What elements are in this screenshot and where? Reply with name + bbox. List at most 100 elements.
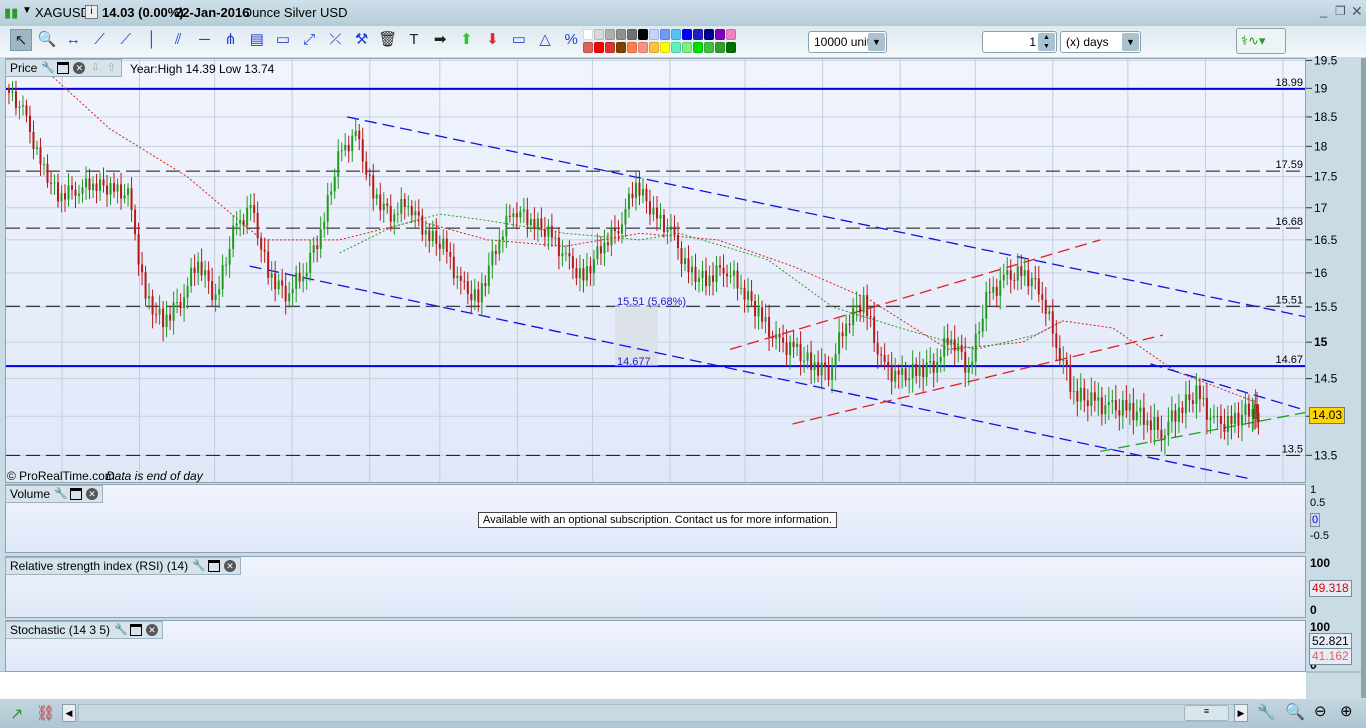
level-label: 18.99 [1275, 77, 1303, 89]
close-icon[interactable]: ✕ [224, 560, 237, 572]
close-icon[interactable]: ✕ [73, 62, 86, 74]
candle-body [1083, 387, 1086, 401]
candle-body [848, 323, 851, 326]
chart-type-icon[interactable]: ↗ [10, 704, 23, 724]
candle-body [820, 362, 823, 376]
candle-body [1184, 394, 1187, 414]
candle-body [452, 256, 455, 279]
candle-body [1146, 420, 1149, 425]
wrench-icon[interactable]: 🔧 [54, 488, 68, 500]
wrench-icon[interactable]: 🔧 [114, 624, 128, 636]
trendline [347, 116, 1305, 318]
wrench-icon[interactable]: 🔧 [41, 62, 55, 74]
candle-body [1023, 270, 1026, 276]
close-icon[interactable]: ✕ [86, 488, 99, 500]
candle-body [550, 226, 553, 238]
candle-body [561, 253, 564, 257]
close-icon[interactable]: ✕ [146, 624, 159, 636]
candle-body [911, 363, 914, 379]
price-tick-label: 18.5 [1314, 110, 1338, 124]
scroll-left-button[interactable]: ◀ [62, 704, 76, 722]
candle-body [1037, 278, 1040, 295]
candle-body [522, 209, 525, 212]
maximize-icon[interactable] [70, 488, 83, 500]
candle-body [428, 230, 431, 242]
scrollbar-thumb[interactable]: ≡ [1184, 705, 1229, 721]
move-up-icon[interactable]: ⇧ [105, 62, 117, 74]
candle-body [1142, 407, 1145, 425]
candle-body [260, 237, 263, 250]
candle-body [281, 280, 284, 286]
candle-body [18, 106, 21, 108]
scroll-right-button[interactable]: ▶ [1234, 704, 1248, 722]
candle-body [1086, 400, 1089, 406]
move-down-icon[interactable]: ⇩ [89, 62, 101, 74]
candle-body [11, 91, 14, 93]
horizontal-scrollbar[interactable]: ≡ [78, 704, 1248, 722]
candle-body [1051, 311, 1054, 334]
candle-body [49, 182, 52, 184]
candle-body [1163, 435, 1166, 440]
candle-body [705, 270, 708, 287]
candle-body [669, 226, 672, 230]
candle-body [312, 245, 315, 253]
candle-body [922, 365, 925, 378]
stochastic-panel [5, 620, 1306, 672]
candle-body [1247, 403, 1250, 417]
candle-body [400, 199, 403, 214]
price-chart[interactable]: OctNovDec2015FebMarAprMayJunJulAugSepOct… [0, 0, 1366, 728]
candle-body [354, 130, 357, 136]
candle-body [1195, 385, 1198, 405]
candle-body [102, 179, 105, 186]
candle-body [151, 296, 154, 315]
candle-body [785, 342, 788, 355]
candle-body [470, 293, 473, 301]
candle-body [1002, 274, 1005, 281]
candle-body [540, 218, 543, 230]
candle-body [673, 226, 676, 235]
candle-body [967, 367, 970, 373]
candle-body [204, 270, 207, 276]
candle-body [988, 291, 991, 293]
candle-body [939, 356, 942, 363]
maximize-icon[interactable] [130, 624, 143, 636]
candle-body [393, 214, 396, 222]
chart-settings-icon[interactable]: 🔧 [1257, 703, 1276, 721]
candle-body [666, 229, 669, 233]
candle-body [1100, 397, 1103, 415]
link-candles-icon[interactable]: ⛓ [36, 704, 55, 722]
candle-body [109, 183, 112, 195]
candle-body [1055, 333, 1058, 348]
wrench-icon[interactable]: 🔧 [192, 560, 206, 572]
candle-body [169, 314, 172, 321]
candle-body [218, 289, 221, 295]
zoom-out-icon[interactable]: ⊖ [1314, 702, 1327, 720]
candle-body [512, 213, 515, 217]
candle-body [908, 378, 911, 381]
candle-body [645, 188, 648, 202]
candle-body [592, 259, 595, 274]
candle-body [1041, 294, 1044, 300]
candle-body [407, 206, 410, 208]
auto-zoom-icon[interactable]: 🔍 [1285, 702, 1305, 722]
candle-body [971, 361, 974, 368]
candle-body [155, 314, 158, 316]
candle-body [172, 302, 175, 321]
candle-body [978, 331, 981, 334]
candle-body [284, 285, 287, 302]
maximize-icon[interactable] [57, 62, 70, 74]
candle-body [127, 188, 130, 196]
candle-body [1223, 424, 1226, 432]
bottom-bar: ↗ ⛓ ◀ ≡ ▶ 🔧 🔍 ⊖ ⊕ [0, 699, 1366, 728]
candle-body [736, 270, 739, 289]
candle-body [578, 268, 581, 279]
candle-body [617, 230, 620, 234]
candle-body [35, 147, 38, 150]
candle-body [134, 209, 137, 235]
candle-body [722, 267, 725, 274]
zoom-in-icon[interactable]: ⊕ [1340, 702, 1353, 720]
candle-body [1072, 390, 1075, 392]
candle-body [852, 307, 855, 326]
candle-body [694, 266, 697, 282]
maximize-icon[interactable] [208, 560, 221, 572]
